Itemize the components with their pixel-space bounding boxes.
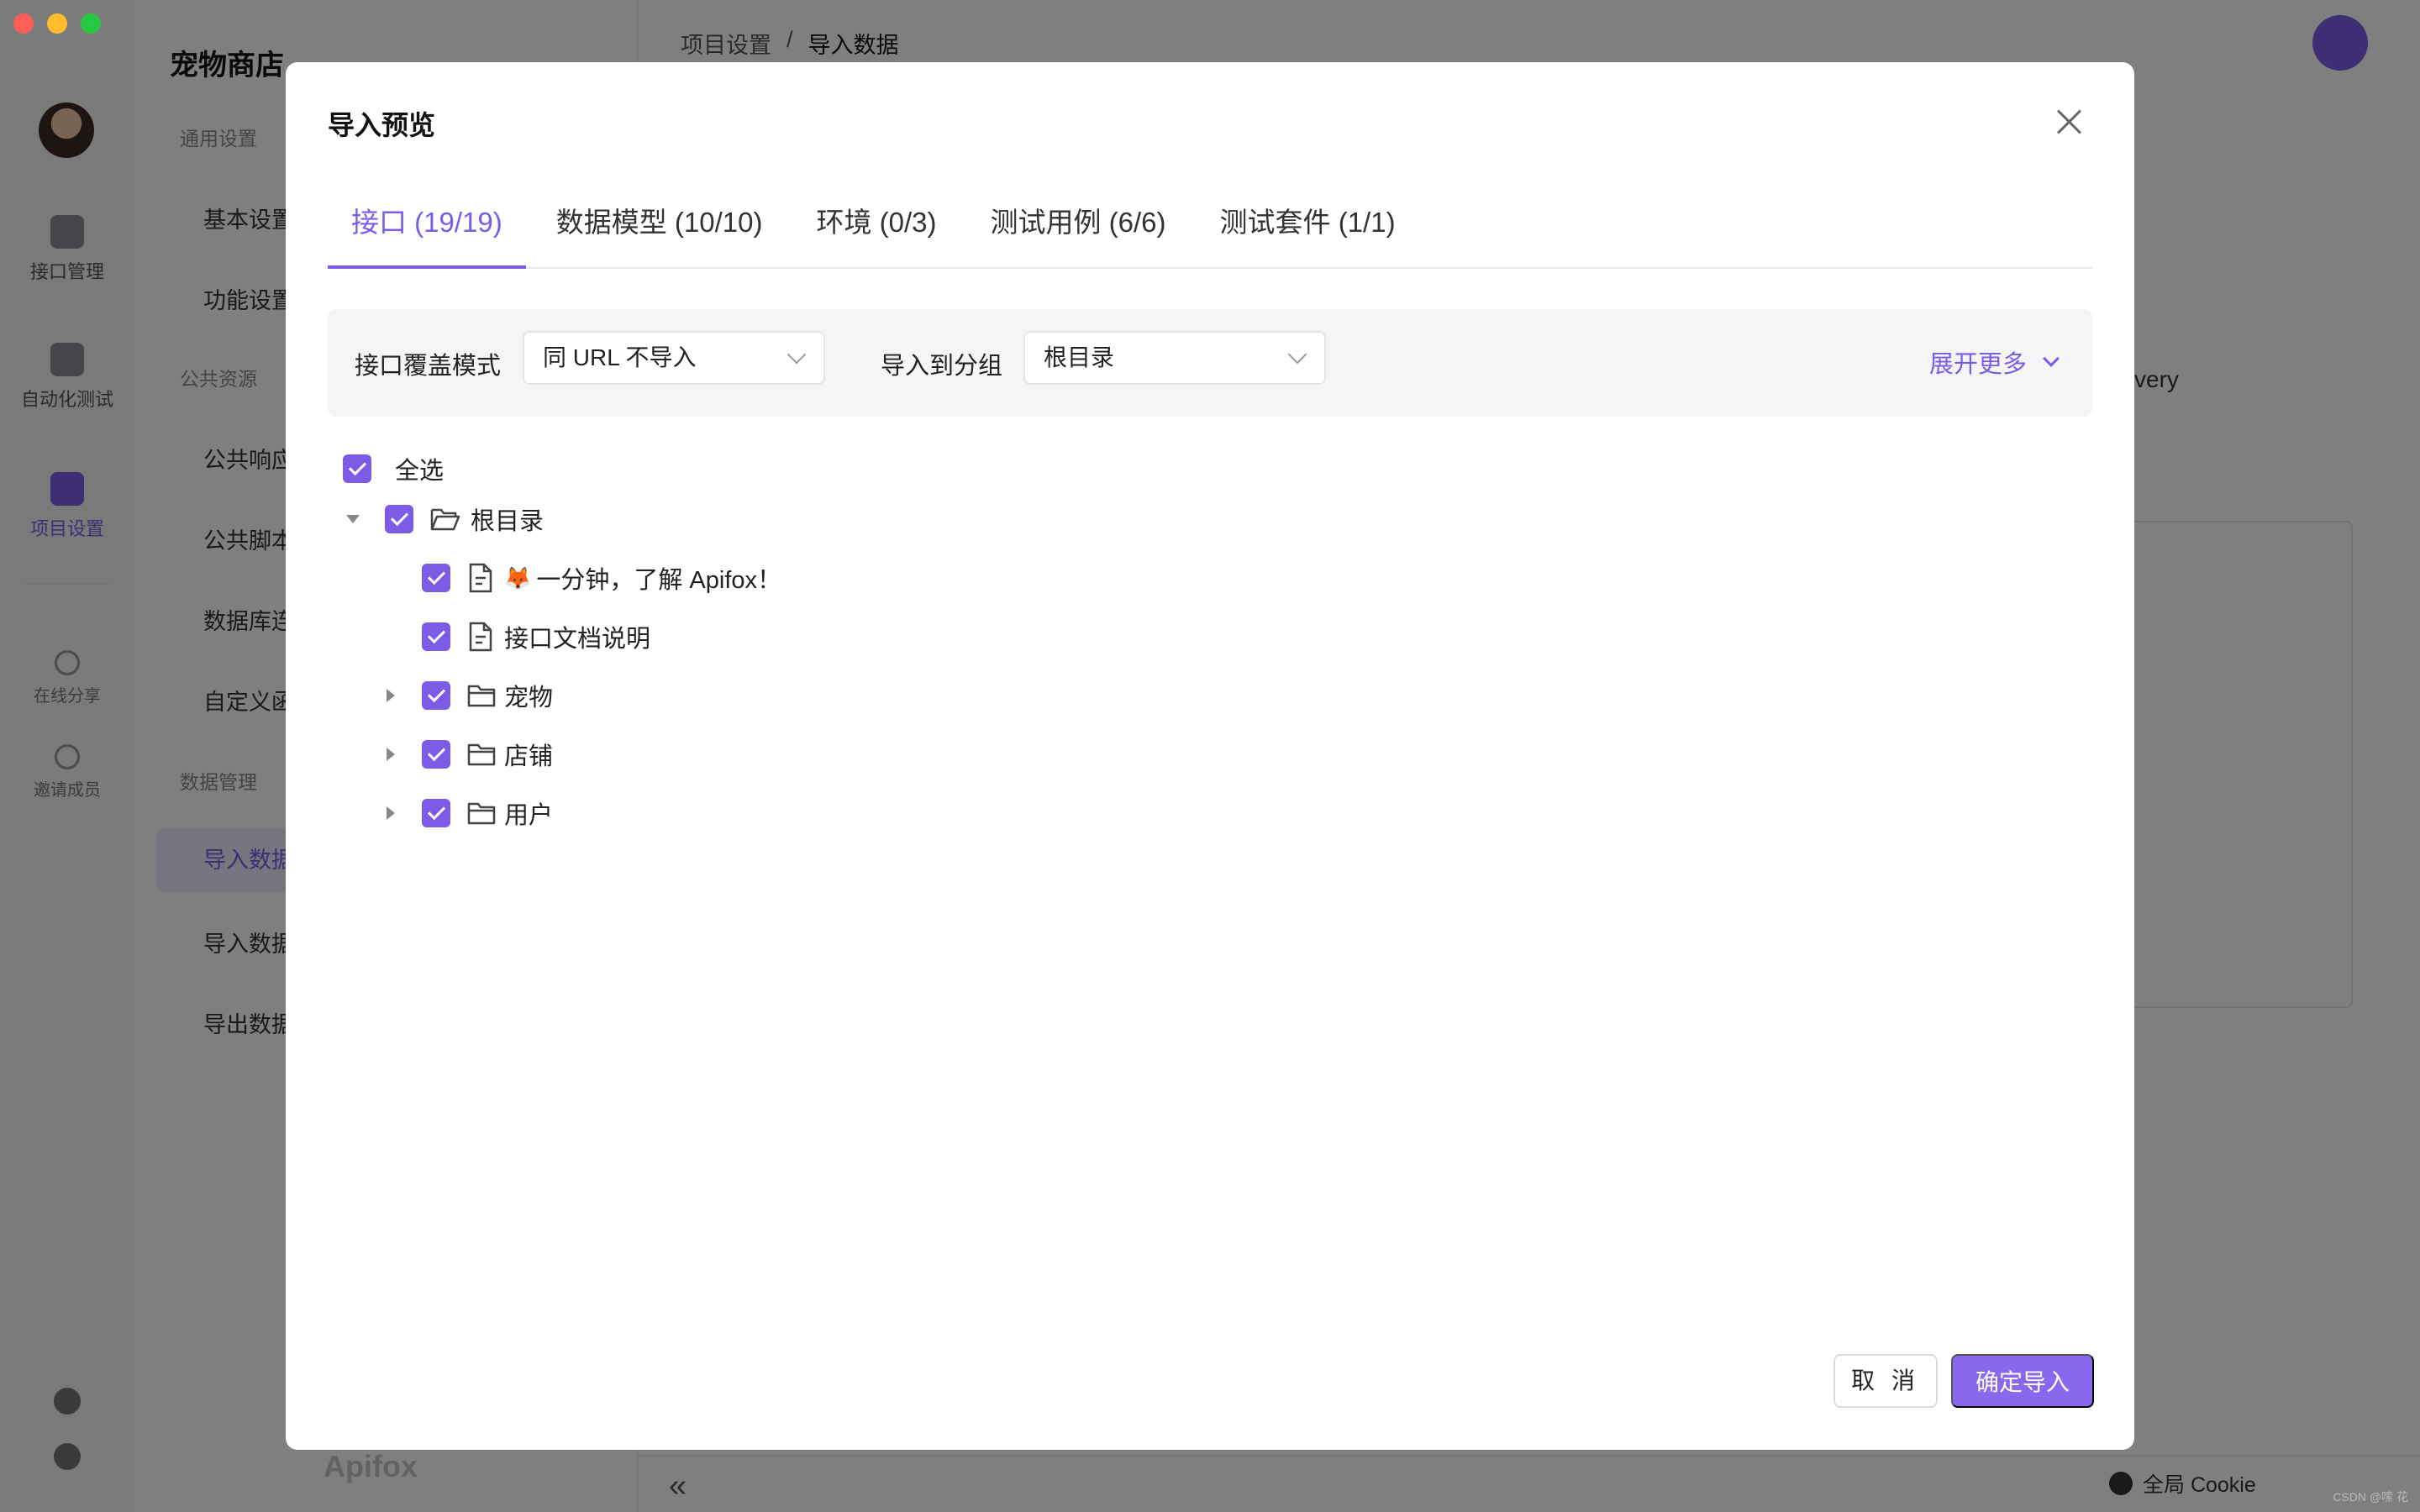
fox-emoji-icon: 🦊 xyxy=(504,564,532,591)
chevron-down-icon xyxy=(1287,344,1307,365)
tree-item-label: 根目录 xyxy=(471,508,544,535)
document-icon xyxy=(469,622,492,652)
caret-right-icon[interactable] xyxy=(387,689,395,702)
tree-item-label: 一分钟，了解 Apifox！ xyxy=(536,567,782,594)
tab-environments[interactable]: 环境 (0/3) xyxy=(792,197,960,269)
caret-right-icon[interactable] xyxy=(387,806,395,820)
caret-right-icon[interactable] xyxy=(387,748,395,761)
tree-checkbox[interactable] xyxy=(422,622,450,651)
tree-row[interactable]: 用户 xyxy=(387,796,553,830)
tree-checkbox[interactable] xyxy=(385,505,413,533)
folder-icon xyxy=(467,743,496,766)
watermark: CSDN @嗦 花 xyxy=(2333,1490,2408,1504)
tree-checkbox[interactable] xyxy=(422,564,450,592)
tree-row[interactable]: 接口文档说明 xyxy=(422,620,650,654)
chevron-down-icon xyxy=(2043,350,2060,367)
tree-row[interactable]: 🦊 一分钟，了解 Apifox！ xyxy=(422,561,781,595)
target-group-label: 导入到分组 xyxy=(881,353,1003,380)
folder-icon xyxy=(467,685,496,707)
cover-mode-label: 接口覆盖模式 xyxy=(355,353,502,380)
tree-item-label: 店铺 xyxy=(504,743,554,770)
folder-open-icon xyxy=(430,508,460,531)
tree-checkbox[interactable] xyxy=(422,681,450,710)
select-all-row[interactable]: 全选 xyxy=(343,452,444,486)
import-preview-dialog: 导入预览 接口 (19/19) 数据模型 (10/10) 环境 (0/3) 测试… xyxy=(286,62,2134,1450)
select-all-label: 全选 xyxy=(395,458,445,485)
document-icon xyxy=(469,563,492,593)
tree-checkbox[interactable] xyxy=(422,740,450,769)
tree-item-label: 接口文档说明 xyxy=(504,626,651,653)
target-group-select[interactable]: 根目录 xyxy=(1023,331,1326,385)
tab-test-cases[interactable]: 测试用例 (6/6) xyxy=(967,197,1190,269)
select-all-checkbox[interactable] xyxy=(343,454,371,483)
tree-item-label: 用户 xyxy=(504,802,554,829)
tree-item-label: 宠物 xyxy=(504,685,554,711)
close-icon[interactable] xyxy=(2054,106,2086,138)
dialog-title: 导入预览 xyxy=(328,110,436,140)
expand-more-button[interactable]: 展开更多 xyxy=(1928,344,2060,380)
filter-bar: 接口覆盖模式 同 URL 不导入 导入到分组 根目录 展开更多 xyxy=(328,309,2092,417)
caret-down-icon[interactable] xyxy=(346,515,360,523)
maximize-window-icon[interactable] xyxy=(81,13,101,34)
tree-root-row[interactable]: 根目录 xyxy=(346,502,544,536)
chevron-down-icon xyxy=(786,344,807,365)
tab-api[interactable]: 接口 (19/19) xyxy=(328,197,526,269)
close-window-icon[interactable] xyxy=(13,13,34,34)
tree-row[interactable]: 店铺 xyxy=(387,738,553,771)
tree-row[interactable]: 宠物 xyxy=(387,679,553,712)
expand-more-label: 展开更多 xyxy=(1928,351,2027,378)
confirm-import-button[interactable]: 确定导入 xyxy=(1951,1354,2094,1408)
cancel-button[interactable]: 取 消 xyxy=(1833,1354,1938,1408)
folder-icon xyxy=(467,802,496,825)
cover-mode-value: 同 URL 不导入 xyxy=(543,344,697,370)
tab-bar: 接口 (19/19) 数据模型 (10/10) 环境 (0/3) 测试用例 (6… xyxy=(328,197,2092,269)
minimize-window-icon[interactable] xyxy=(47,13,67,34)
tab-data-models[interactable]: 数据模型 (10/10) xyxy=(533,197,786,269)
target-group-value: 根目录 xyxy=(1044,344,1115,370)
window-controls xyxy=(13,13,101,34)
tree-checkbox[interactable] xyxy=(422,799,450,827)
cover-mode-select[interactable]: 同 URL 不导入 xyxy=(523,331,825,385)
tab-test-suites[interactable]: 测试套件 (1/1) xyxy=(1197,197,1419,269)
